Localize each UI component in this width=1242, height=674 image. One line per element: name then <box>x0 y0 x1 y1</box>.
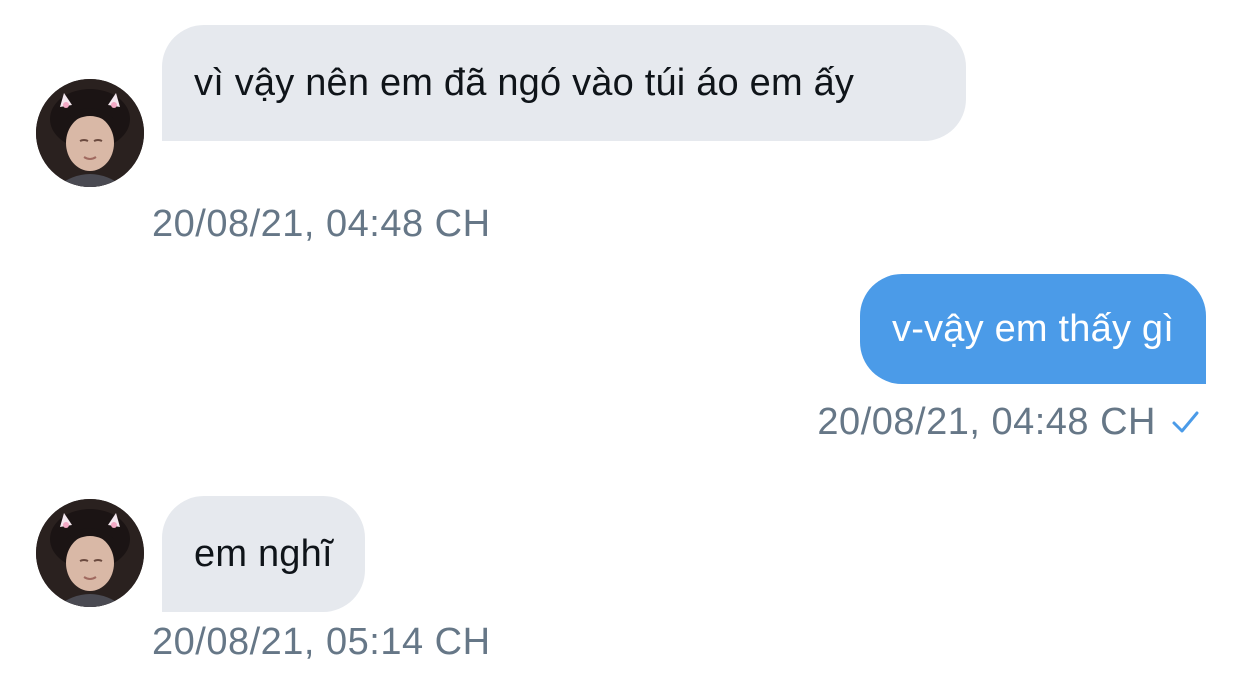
timestamp-text: 20/08/21, 04:48 CH <box>152 203 491 245</box>
timestamp-text: 20/08/21, 05:14 CH <box>152 621 491 663</box>
avatar-photo <box>36 79 144 187</box>
check-icon <box>1170 407 1200 437</box>
message-text: v-vậy em thấy gì <box>892 308 1174 350</box>
avatar[interactable] <box>36 499 144 607</box>
message-text: vì vậy nên em đã ngó vào túi áo em ấy <box>194 62 855 104</box>
message-text: em nghĩ <box>194 533 333 575</box>
message-bubble-outgoing[interactable]: v-vậy em thấy gì <box>860 274 1206 384</box>
message-timestamp: 20/08/21, 04:48 CH <box>152 202 491 246</box>
message-bubble-incoming[interactable]: vì vậy nên em đã ngó vào túi áo em ấy <box>162 25 966 141</box>
chat-thread: vì vậy nên em đã ngó vào túi áo em ấy 20… <box>0 0 1242 674</box>
message-timestamp: 20/08/21, 04:48 CH <box>817 400 1200 444</box>
message-timestamp: 20/08/21, 05:14 CH <box>152 620 491 664</box>
message-bubble-incoming[interactable]: em nghĩ <box>162 496 365 612</box>
avatar-photo <box>36 499 144 607</box>
timestamp-text: 20/08/21, 04:48 CH <box>817 401 1156 443</box>
avatar[interactable] <box>36 79 144 187</box>
